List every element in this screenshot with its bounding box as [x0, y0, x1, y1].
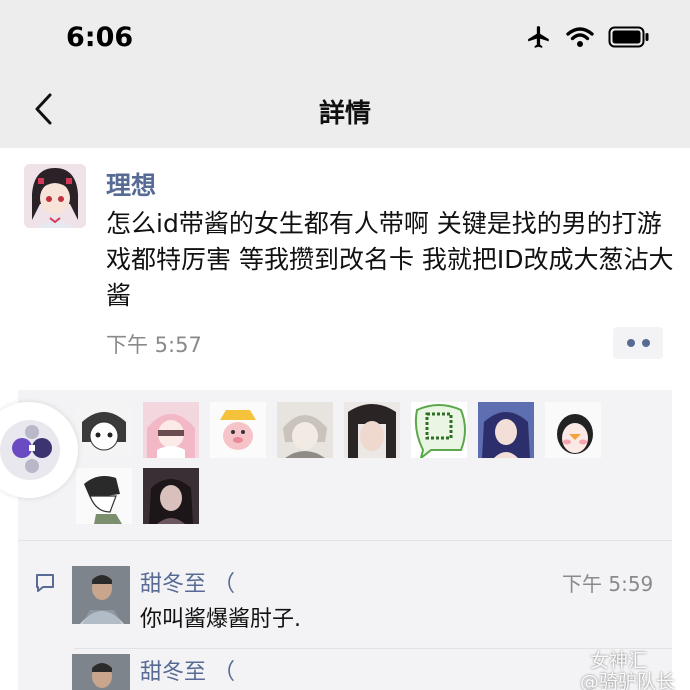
wifi-icon [566, 26, 594, 48]
dot-icon [641, 339, 650, 347]
commenter-name[interactable]: 甜冬至 （ [140, 566, 235, 598]
divider [18, 540, 672, 541]
airplane-icon [526, 24, 552, 50]
liker-avatar[interactable] [411, 402, 467, 458]
liker-avatar[interactable] [545, 402, 601, 458]
top-bar: 6:06 詳情 [0, 0, 690, 148]
more-button[interactable] [613, 327, 663, 359]
liker-avatar[interactable] [277, 402, 333, 458]
dot-icon [626, 339, 635, 347]
liker-avatar[interactable] [76, 468, 132, 524]
page-title: 詳情 [318, 99, 371, 129]
post-time: 下午 5:57 [106, 333, 202, 357]
status-icons [526, 24, 650, 50]
comment-text: 你叫酱爆酱肘子. [140, 607, 301, 632]
battery-icon [608, 26, 650, 48]
game-controller-icon [0, 420, 60, 480]
liker-avatar[interactable] [210, 402, 266, 458]
comment-icon [34, 572, 56, 598]
commenter-name[interactable]: 甜冬至 （ [140, 654, 235, 686]
divider [74, 648, 672, 649]
commenter-avatar[interactable] [72, 566, 130, 624]
liker-avatar[interactable] [143, 468, 199, 524]
author-name[interactable]: 理想 [106, 166, 156, 202]
liker-avatar[interactable] [76, 402, 132, 458]
post-content: 怎么id带酱的女生都有人带啊 关键是找的男的打游戏都特厉害 等我攒到改名卡 我就… [106, 209, 674, 310]
liker-avatar[interactable] [344, 402, 400, 458]
author-avatar[interactable] [24, 164, 86, 228]
status-time: 6:06 [66, 22, 134, 53]
interaction-panel: 甜冬至 （ 下午 5:59 你叫酱爆酱肘子. 甜冬至 （ [18, 390, 672, 690]
liker-avatar[interactable] [478, 402, 534, 458]
comment-time: 下午 5:59 [562, 572, 654, 596]
floating-widget[interactable] [0, 402, 78, 498]
commenter-avatar[interactable] [72, 654, 130, 690]
liker-avatar[interactable] [143, 402, 199, 458]
watermark-text: @骑驴队长 [580, 671, 676, 690]
